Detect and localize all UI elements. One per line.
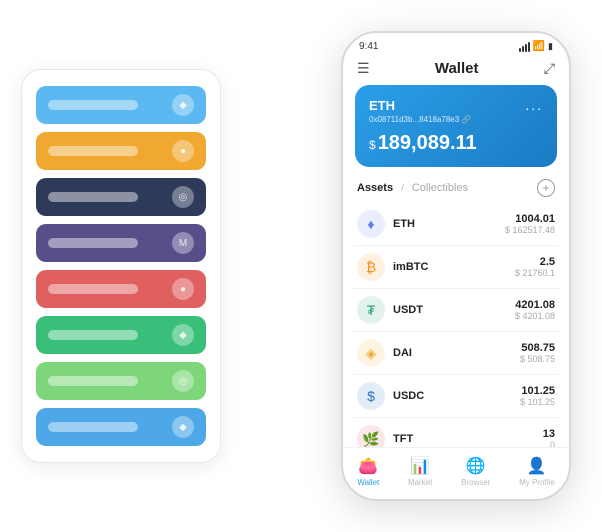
eth-card-top: ETH ... — [369, 97, 543, 113]
bottom-nav: 👛 Wallet 📊 Market 🌐 Browser 👤 My Profile — [343, 447, 569, 499]
asset-row[interactable]: 🌿 TFT 130 — [353, 418, 559, 447]
card-item[interactable]: M — [36, 224, 206, 262]
asset-amount-usd: $ 508.75 — [520, 354, 555, 364]
my-profile-label: My Profile — [519, 478, 555, 487]
card-item[interactable]: ● — [36, 132, 206, 170]
assets-header: Assets / Collectibles + — [343, 175, 569, 203]
nav-item-market[interactable]: 📊 Market — [408, 456, 432, 487]
my-profile-icon: 👤 — [527, 456, 547, 476]
tab-assets[interactable]: Assets — [357, 182, 393, 194]
asset-name: imBTC — [393, 261, 507, 273]
asset-name: TFT — [393, 433, 535, 445]
status-time: 9:41 — [359, 41, 378, 52]
wallet-label: Wallet — [357, 478, 379, 487]
asset-row[interactable]: ◈ DAI 508.75$ 508.75 — [353, 332, 559, 375]
eth-label: ETH — [369, 98, 395, 113]
asset-row[interactable]: ₮ USDT 4201.08$ 4201.08 — [353, 289, 559, 332]
asset-name: ETH — [393, 218, 497, 230]
tab-collectibles[interactable]: Collectibles — [412, 182, 468, 194]
scene: ◆ ● ◎ M ● ◆ ◎ ◆ 9:41 📶 ▮ ☰ Wallet ⤢ — [21, 16, 581, 516]
battery-icon: ▮ — [548, 41, 553, 52]
asset-amounts: 2.5$ 21760.1 — [515, 256, 555, 278]
wallet-icon: 👛 — [358, 456, 378, 476]
asset-icon: $ — [357, 382, 385, 410]
asset-amounts: 130 — [543, 428, 555, 447]
card-item[interactable]: ◆ — [36, 408, 206, 446]
asset-amount-usd: $ 101.25 — [520, 397, 555, 407]
menu-icon[interactable]: ☰ — [357, 60, 370, 77]
card-stack: ◆ ● ◎ M ● ◆ ◎ ◆ — [21, 69, 221, 463]
asset-amount-main: 101.25 — [520, 385, 555, 397]
nav-item-browser[interactable]: 🌐 Browser — [461, 456, 490, 487]
asset-row[interactable]: ♦ ETH 1004.01$ 162517.48 — [353, 203, 559, 246]
eth-more-button[interactable]: ... — [525, 97, 543, 113]
eth-card[interactable]: ETH ... 0x08711d3b...8418a78e3 🔗 $189,08… — [355, 85, 557, 167]
asset-icon: ₮ — [357, 296, 385, 324]
asset-amount-usd: 0 — [543, 440, 555, 447]
asset-icon: 🌿 — [357, 425, 385, 447]
asset-row[interactable]: ₿ imBTC 2.5$ 21760.1 — [353, 246, 559, 289]
signal-icon — [519, 42, 530, 52]
asset-name: USDC — [393, 390, 512, 402]
asset-amount-main: 1004.01 — [505, 213, 555, 225]
browser-icon: 🌐 — [466, 456, 486, 476]
card-item[interactable]: ◆ — [36, 86, 206, 124]
eth-address: 0x08711d3b...8418a78e3 🔗 — [369, 115, 543, 124]
expand-icon[interactable]: ⤢ — [544, 60, 555, 77]
status-bar: 9:41 📶 ▮ — [343, 33, 569, 56]
asset-amounts: 101.25$ 101.25 — [520, 385, 555, 407]
asset-amounts: 1004.01$ 162517.48 — [505, 213, 555, 235]
asset-amounts: 508.75$ 508.75 — [520, 342, 555, 364]
asset-amount-usd: $ 162517.48 — [505, 225, 555, 235]
nav-item-wallet[interactable]: 👛 Wallet — [357, 456, 379, 487]
asset-list: ♦ ETH 1004.01$ 162517.48 ₿ imBTC 2.5$ 21760.1… — [343, 203, 569, 447]
asset-amount-main: 2.5 — [515, 256, 555, 268]
eth-balance: $189,089.11 — [369, 132, 543, 155]
assets-divider: / — [401, 183, 404, 194]
card-item[interactable]: ◎ — [36, 178, 206, 216]
card-item[interactable]: ◎ — [36, 362, 206, 400]
asset-amount-main: 13 — [543, 428, 555, 440]
add-asset-button[interactable]: + — [537, 179, 555, 197]
market-icon: 📊 — [410, 456, 430, 476]
asset-amount-main: 508.75 — [520, 342, 555, 354]
asset-icon: ♦ — [357, 210, 385, 238]
asset-icon: ◈ — [357, 339, 385, 367]
nav-item-my-profile[interactable]: 👤 My Profile — [519, 456, 555, 487]
asset-row[interactable]: $ USDC 101.25$ 101.25 — [353, 375, 559, 418]
card-item[interactable]: ● — [36, 270, 206, 308]
phone-mockup: 9:41 📶 ▮ ☰ Wallet ⤢ ETH ... — [341, 31, 571, 501]
wifi-icon: 📶 — [533, 41, 545, 52]
asset-icon: ₿ — [357, 253, 385, 281]
asset-amount-usd: $ 4201.08 — [515, 311, 555, 321]
asset-amount-usd: $ 21760.1 — [515, 268, 555, 278]
asset-amounts: 4201.08$ 4201.08 — [515, 299, 555, 321]
market-label: Market — [408, 478, 432, 487]
browser-label: Browser — [461, 478, 490, 487]
asset-amount-main: 4201.08 — [515, 299, 555, 311]
phone-header: ☰ Wallet ⤢ — [343, 56, 569, 85]
page-title: Wallet — [435, 60, 479, 77]
card-item[interactable]: ◆ — [36, 316, 206, 354]
asset-name: USDT — [393, 304, 507, 316]
status-icons: 📶 ▮ — [519, 41, 553, 52]
asset-name: DAI — [393, 347, 512, 359]
assets-tabs: Assets / Collectibles — [357, 182, 468, 194]
